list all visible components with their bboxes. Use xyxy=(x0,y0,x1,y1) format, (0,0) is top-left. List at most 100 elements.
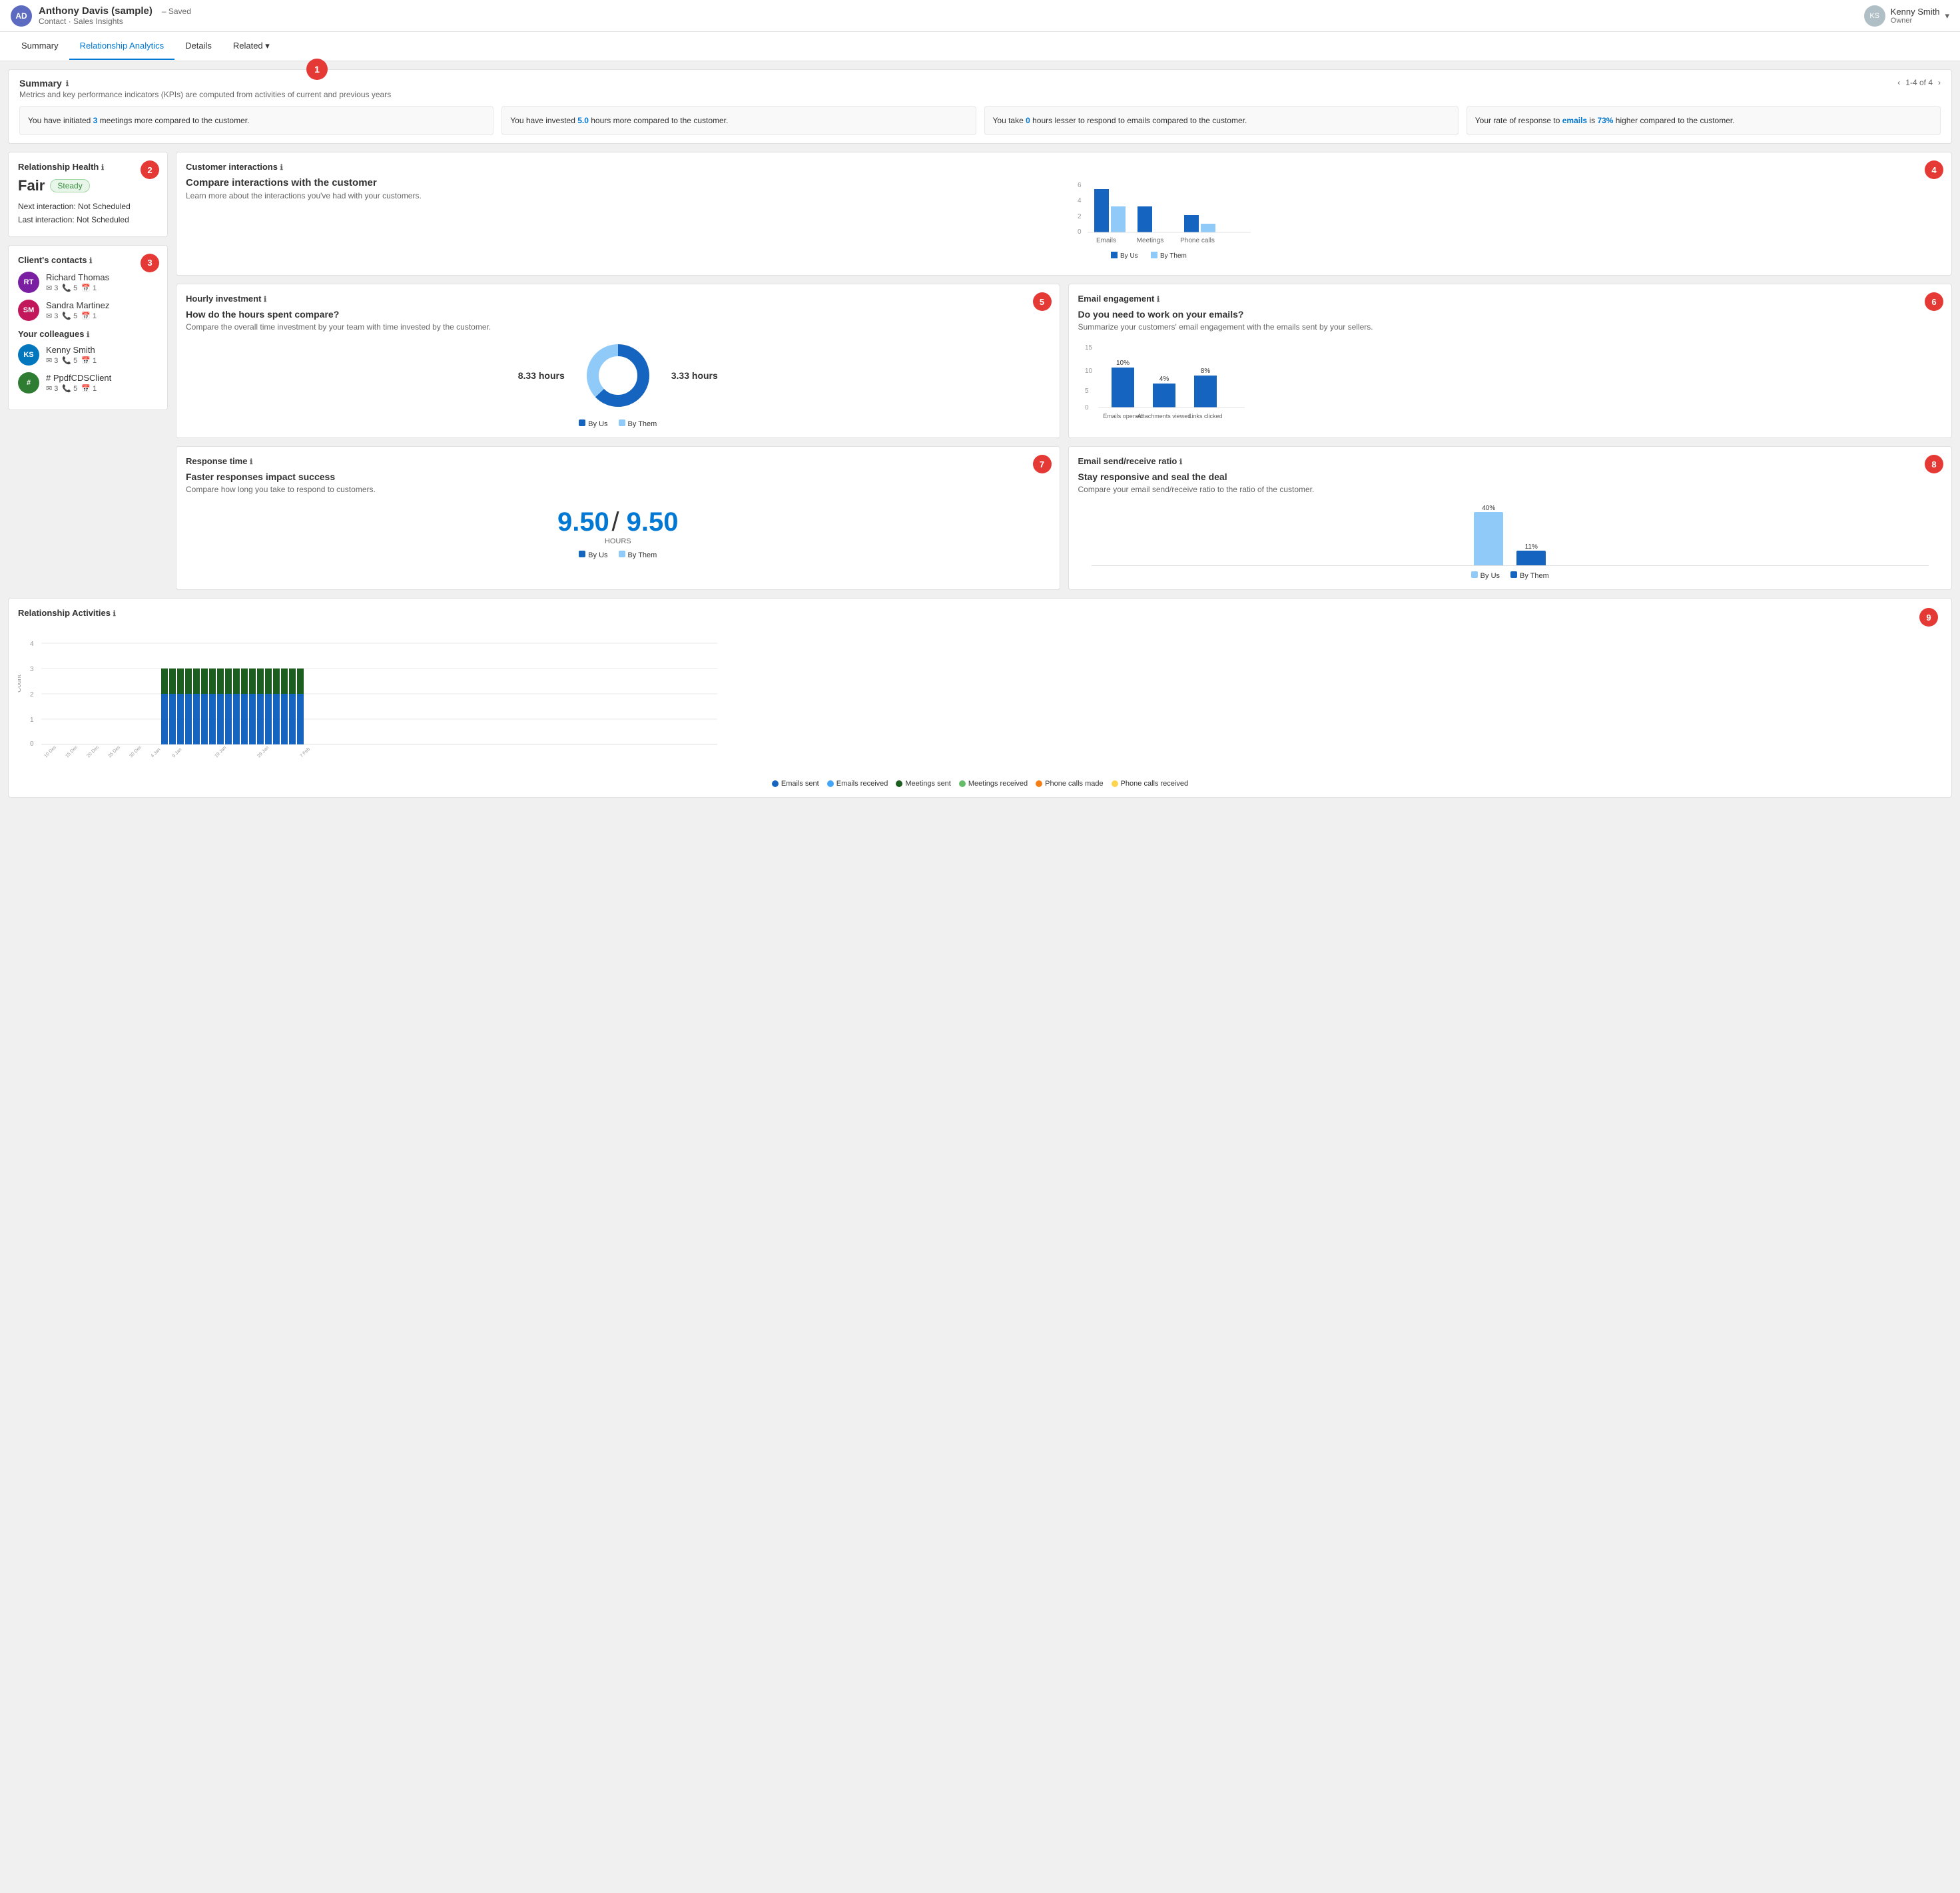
email-eng-svg: 15 10 5 0 10% Emails opened 4% Attachmen… xyxy=(1078,340,1265,419)
svg-text:Phone calls: Phone calls xyxy=(1180,237,1215,244)
summary-pagination: ‹ 1-4 of 4 › xyxy=(1897,78,1941,87)
interactions-title: Customer interactions ℹ xyxy=(186,162,283,172)
next-icon[interactable]: › xyxy=(1938,78,1941,87)
svg-text:8%: 8% xyxy=(1200,368,1210,375)
record-avatar: AD xyxy=(11,5,32,27)
interactions-chart: 6 4 2 0 Emails Meetings xyxy=(1071,177,1943,266)
svg-text:15 Dec: 15 Dec xyxy=(65,744,79,758)
sr-chart: 40% 11% xyxy=(1078,505,1943,565)
activities-title: Relationship Activities ℹ xyxy=(18,608,1942,618)
response-info-icon[interactable]: ℹ xyxy=(250,458,252,466)
svg-text:25 Dec: 25 Dec xyxy=(107,744,121,758)
svg-text:4: 4 xyxy=(1078,197,1082,204)
contact-info-sm: Sandra Martinez ✉ 3📞 5📅 1 xyxy=(46,300,109,320)
tab-relationship-analytics[interactable]: Relationship Analytics xyxy=(69,33,174,60)
colleagues-info-icon[interactable]: ℹ xyxy=(87,331,89,339)
contacts-list: RT Richard Thomas ✉ 3📞 5📅 1 SM Sandra Ma… xyxy=(18,272,158,321)
svg-text:15: 15 xyxy=(1085,344,1093,352)
contact-name-sm[interactable]: Sandra Martinez xyxy=(46,300,109,310)
health-info-icon[interactable]: ℹ xyxy=(101,164,104,172)
email-eng-info-icon[interactable]: ℹ xyxy=(1157,296,1159,304)
prev-icon[interactable]: ‹ xyxy=(1897,78,1900,87)
contact-meta-rt: ✉ 3📞 5📅 1 xyxy=(46,284,109,292)
sr-bar-us-rect xyxy=(1474,512,1503,565)
tab-details[interactable]: Details xyxy=(174,33,222,60)
interactions-desc: Learn more about the interactions you've… xyxy=(186,191,1058,200)
interactions-info-icon[interactable]: ℹ xyxy=(280,164,283,172)
response-value-us: 9.50 xyxy=(557,507,609,537)
interactions-header: Customer interactions ℹ xyxy=(186,162,1942,172)
hourly-info-icon[interactable]: ℹ xyxy=(264,296,266,304)
svg-text:10 Dec: 10 Dec xyxy=(43,744,57,758)
relationship-health-title: Relationship Health ℹ xyxy=(18,162,158,172)
colleague-meta-ks: ✉ 3📞 5📅 1 xyxy=(46,356,97,365)
record-saved: – Saved xyxy=(162,7,191,16)
svg-text:0: 0 xyxy=(30,740,34,748)
response-title: Response time ℹ xyxy=(186,456,1050,466)
contact-rt: RT Richard Thomas ✉ 3📞 5📅 1 xyxy=(18,272,158,293)
record-subtitle: Contact · Sales Insights xyxy=(39,17,191,26)
svg-text:Meetings: Meetings xyxy=(1136,237,1163,244)
legend-emails-sent: Emails sent xyxy=(772,780,819,788)
response-time-panel: 7 Response time ℹ Faster responses impac… xyxy=(176,446,1060,590)
bar-calls-us xyxy=(1184,215,1199,232)
colleagues-section: Your colleagues ℹ KS Kenny Smith ✉ 3📞 5📅… xyxy=(18,329,158,394)
bar-emails-them xyxy=(1111,206,1126,232)
contacts-info-icon[interactable]: ℹ xyxy=(89,257,92,265)
colleague-info-pp: # PpdfCDSClient ✉ 3📞 5📅 1 xyxy=(46,373,111,393)
svg-text:2: 2 xyxy=(30,691,34,698)
bar-emails-opened xyxy=(1112,368,1134,407)
chevron-down-icon[interactable]: ▾ xyxy=(1945,11,1949,21)
svg-text:3: 3 xyxy=(30,666,34,673)
summary-card-0: You have initiated 3 meetings more compa… xyxy=(19,106,493,135)
colleague-name-ks[interactable]: Kenny Smith xyxy=(46,345,97,355)
legend-them-rect xyxy=(1151,252,1157,258)
summary-subtitle: Metrics and key performance indicators (… xyxy=(19,90,391,99)
legend-dot-meetings-sent xyxy=(896,780,902,787)
hours-them-label: 3.33 hours xyxy=(671,370,718,381)
user-role: Owner xyxy=(1891,17,1940,25)
sr-heading: Stay responsive and seal the deal xyxy=(1078,471,1943,482)
client-contacts-title: Client's contacts ℹ xyxy=(18,255,158,265)
colleague-name-pp[interactable]: # PpdfCDSClient xyxy=(46,373,111,383)
activities-info-icon[interactable]: ℹ xyxy=(113,610,116,618)
badge-9: 9 xyxy=(1919,608,1938,627)
activities-chart-svg: 4 3 2 1 0 Count // This won't execute in… xyxy=(18,626,724,772)
bar-chart-svg: 6 4 2 0 Emails Meetings xyxy=(1071,177,1257,264)
tab-related[interactable]: Related ▾ xyxy=(222,33,280,61)
legend-calls-made: Phone calls made xyxy=(1036,780,1103,788)
svg-text:4 Jan: 4 Jan xyxy=(150,747,161,758)
response-value-them: 9.50 xyxy=(627,507,679,537)
activities-chart-scroll[interactable]: 4 3 2 1 0 Count // This won't execute in… xyxy=(18,626,1942,774)
legend-emails-received: Emails received xyxy=(827,780,888,788)
svg-text:7 Feb: 7 Feb xyxy=(299,747,311,759)
svg-text:4%: 4% xyxy=(1159,376,1169,383)
tab-summary[interactable]: Summary xyxy=(11,33,69,60)
response-heading: Faster responses impact success xyxy=(186,471,1050,482)
email-send-receive-panel: 8 Email send/receive ratio ℹ Stay respon… xyxy=(1068,446,1953,590)
summary-info-icon[interactable]: ℹ xyxy=(66,79,69,88)
badge-2: 2 xyxy=(141,160,159,179)
hourly-desc: Compare the overall time investment by y… xyxy=(186,322,1050,332)
svg-text:1: 1 xyxy=(30,716,34,724)
response-unit: HOURS xyxy=(186,537,1050,545)
badge-8: 8 xyxy=(1925,455,1943,473)
contact-name-rt[interactable]: Richard Thomas xyxy=(46,272,109,282)
svg-text:0: 0 xyxy=(1085,404,1089,411)
svg-text:10: 10 xyxy=(1085,368,1093,375)
sr-info-icon[interactable]: ℹ xyxy=(1179,458,1182,466)
row-2: 5 Hourly investment ℹ How do the hours s… xyxy=(176,284,1952,438)
badge-4: 4 xyxy=(1925,160,1943,179)
summary-card-1: You have invested 5.0 hours more compare… xyxy=(501,106,976,135)
bar-links-clicked xyxy=(1194,376,1217,407)
colleague-pp: # # PpdfCDSClient ✉ 3📞 5📅 1 xyxy=(18,372,158,394)
svg-text:10%: 10% xyxy=(1116,360,1129,367)
health-value: Fair xyxy=(18,177,45,194)
interactions-heading: Compare interactions with the customer xyxy=(186,177,1058,188)
contact-sm: SM Sandra Martinez ✉ 3📞 5📅 1 xyxy=(18,300,158,321)
nav-tabs: Summary Relationship Analytics Details R… xyxy=(0,32,1960,61)
svg-text:0: 0 xyxy=(1078,228,1082,236)
user-name: Kenny Smith xyxy=(1891,7,1940,17)
hours-us-label: 8.33 hours xyxy=(518,370,565,381)
sr-legend: By Us By Them xyxy=(1078,571,1943,580)
